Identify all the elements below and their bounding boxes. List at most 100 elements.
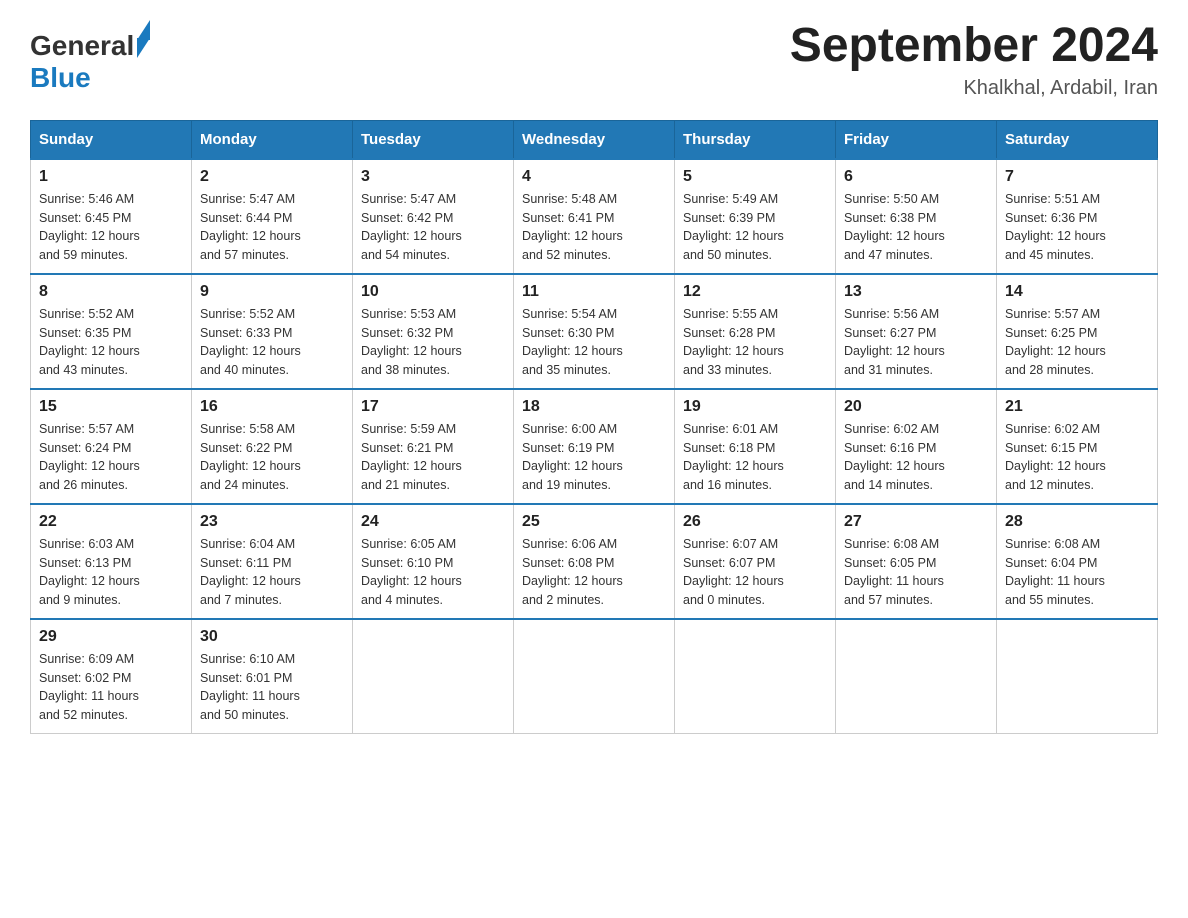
day-number: 8 bbox=[39, 283, 183, 301]
table-row: 16Sunrise: 5:58 AMSunset: 6:22 PMDayligh… bbox=[192, 389, 353, 504]
day-info: Sunrise: 5:56 AMSunset: 6:27 PMDaylight:… bbox=[844, 305, 988, 380]
month-title: September 2024 bbox=[790, 20, 1158, 73]
day-info: Sunrise: 5:47 AMSunset: 6:44 PMDaylight:… bbox=[200, 190, 344, 265]
col-thursday: Thursday bbox=[675, 120, 836, 159]
day-info: Sunrise: 5:57 AMSunset: 6:24 PMDaylight:… bbox=[39, 420, 183, 495]
day-number: 1 bbox=[39, 168, 183, 186]
day-number: 5 bbox=[683, 168, 827, 186]
logo-text-general: General bbox=[30, 30, 134, 62]
table-row: 30 Sunrise: 6:10 AMSunset: 6:01 PMDayligh… bbox=[192, 619, 353, 734]
day-info: Sunrise: 5:53 AMSunset: 6:32 PMDaylight:… bbox=[361, 305, 505, 380]
day-info: Sunrise: 5:52 AMSunset: 6:35 PMDaylight:… bbox=[39, 305, 183, 380]
day-number: 10 bbox=[361, 283, 505, 301]
logo: General Blue bbox=[30, 20, 150, 94]
table-row: 13Sunrise: 5:56 AMSunset: 6:27 PMDayligh… bbox=[836, 274, 997, 389]
day-info: Sunrise: 6:03 AMSunset: 6:13 PMDaylight:… bbox=[39, 535, 183, 610]
table-row: 26 Sunrise: 6:07 AMSunset: 6:07 PMDayligh… bbox=[675, 504, 836, 619]
table-row: 7 Sunrise: 5:51 AMSunset: 6:36 PMDaylight… bbox=[997, 159, 1158, 274]
table-row: 17 Sunrise: 5:59 AMSunset: 6:21 PMDayligh… bbox=[353, 389, 514, 504]
table-row: 23 Sunrise: 6:04 AMSunset: 6:11 PMDayligh… bbox=[192, 504, 353, 619]
calendar-week-3: 15 Sunrise: 5:57 AMSunset: 6:24 PMDayligh… bbox=[31, 389, 1158, 504]
day-number: 2 bbox=[200, 168, 344, 186]
day-info: Sunrise: 6:07 AMSunset: 6:07 PMDaylight:… bbox=[683, 535, 827, 610]
day-number: 16 bbox=[200, 398, 344, 416]
table-row bbox=[514, 619, 675, 734]
day-info: Sunrise: 5:47 AMSunset: 6:42 PMDaylight:… bbox=[361, 190, 505, 265]
calendar-week-4: 22 Sunrise: 6:03 AMSunset: 6:13 PMDayligh… bbox=[31, 504, 1158, 619]
col-friday: Friday bbox=[836, 120, 997, 159]
table-row bbox=[836, 619, 997, 734]
day-number: 24 bbox=[361, 513, 505, 531]
day-info: Sunrise: 6:08 AMSunset: 6:04 PMDaylight:… bbox=[1005, 535, 1149, 610]
day-info: Sunrise: 6:00 AMSunset: 6:19 PMDaylight:… bbox=[522, 420, 666, 495]
day-info: Sunrise: 5:46 AMSunset: 6:45 PMDaylight:… bbox=[39, 190, 183, 265]
table-row bbox=[675, 619, 836, 734]
day-info: Sunrise: 6:04 AMSunset: 6:11 PMDaylight:… bbox=[200, 535, 344, 610]
day-info: Sunrise: 6:10 AMSunset: 6:01 PMDaylight:… bbox=[200, 650, 344, 725]
day-number: 25 bbox=[522, 513, 666, 531]
title-section: September 2024 Khalkhal, Ardabil, Iran bbox=[790, 20, 1158, 100]
table-row: 22 Sunrise: 6:03 AMSunset: 6:13 PMDayligh… bbox=[31, 504, 192, 619]
table-row bbox=[997, 619, 1158, 734]
logo-text-blue: Blue bbox=[30, 62, 91, 93]
day-info: Sunrise: 5:48 AMSunset: 6:41 PMDaylight:… bbox=[522, 190, 666, 265]
day-info: Sunrise: 5:54 AMSunset: 6:30 PMDaylight:… bbox=[522, 305, 666, 380]
table-row: 1 Sunrise: 5:46 AMSunset: 6:45 PMDaylight… bbox=[31, 159, 192, 274]
col-saturday: Saturday bbox=[997, 120, 1158, 159]
table-row: 20 Sunrise: 6:02 AMSunset: 6:16 PMDayligh… bbox=[836, 389, 997, 504]
col-sunday: Sunday bbox=[31, 120, 192, 159]
table-row: 19 Sunrise: 6:01 AMSunset: 6:18 PMDayligh… bbox=[675, 389, 836, 504]
table-row: 29Sunrise: 6:09 AMSunset: 6:02 PMDayligh… bbox=[31, 619, 192, 734]
day-number: 9 bbox=[200, 283, 344, 301]
day-info: Sunrise: 6:06 AMSunset: 6:08 PMDaylight:… bbox=[522, 535, 666, 610]
table-row: 5Sunrise: 5:49 AMSunset: 6:39 PMDaylight… bbox=[675, 159, 836, 274]
table-row: 21 Sunrise: 6:02 AMSunset: 6:15 PMDayligh… bbox=[997, 389, 1158, 504]
table-row: 9 Sunrise: 5:52 AMSunset: 6:33 PMDaylight… bbox=[192, 274, 353, 389]
calendar-week-5: 29Sunrise: 6:09 AMSunset: 6:02 PMDayligh… bbox=[31, 619, 1158, 734]
col-monday: Monday bbox=[192, 120, 353, 159]
day-info: Sunrise: 5:50 AMSunset: 6:38 PMDaylight:… bbox=[844, 190, 988, 265]
day-number: 22 bbox=[39, 513, 183, 531]
col-wednesday: Wednesday bbox=[514, 120, 675, 159]
table-row: 18 Sunrise: 6:00 AMSunset: 6:19 PMDayligh… bbox=[514, 389, 675, 504]
table-row: 3 Sunrise: 5:47 AMSunset: 6:42 PMDaylight… bbox=[353, 159, 514, 274]
day-number: 4 bbox=[522, 168, 666, 186]
table-row: 2 Sunrise: 5:47 AMSunset: 6:44 PMDaylight… bbox=[192, 159, 353, 274]
day-number: 29 bbox=[39, 628, 183, 646]
col-tuesday: Tuesday bbox=[353, 120, 514, 159]
day-info: Sunrise: 6:02 AMSunset: 6:16 PMDaylight:… bbox=[844, 420, 988, 495]
day-number: 19 bbox=[683, 398, 827, 416]
day-number: 3 bbox=[361, 168, 505, 186]
table-row: 6 Sunrise: 5:50 AMSunset: 6:38 PMDaylight… bbox=[836, 159, 997, 274]
day-info: Sunrise: 5:52 AMSunset: 6:33 PMDaylight:… bbox=[200, 305, 344, 380]
table-row: 4 Sunrise: 5:48 AMSunset: 6:41 PMDaylight… bbox=[514, 159, 675, 274]
day-number: 18 bbox=[522, 398, 666, 416]
day-number: 30 bbox=[200, 628, 344, 646]
header-row: Sunday Monday Tuesday Wednesday Thursday… bbox=[31, 120, 1158, 159]
day-number: 15 bbox=[39, 398, 183, 416]
day-info: Sunrise: 6:05 AMSunset: 6:10 PMDaylight:… bbox=[361, 535, 505, 610]
day-number: 7 bbox=[1005, 168, 1149, 186]
day-number: 21 bbox=[1005, 398, 1149, 416]
day-number: 11 bbox=[522, 283, 666, 301]
day-number: 6 bbox=[844, 168, 988, 186]
day-number: 26 bbox=[683, 513, 827, 531]
day-info: Sunrise: 5:55 AMSunset: 6:28 PMDaylight:… bbox=[683, 305, 827, 380]
day-number: 14 bbox=[1005, 283, 1149, 301]
table-row: 11 Sunrise: 5:54 AMSunset: 6:30 PMDayligh… bbox=[514, 274, 675, 389]
page-header: General Blue September 2024 Khalkhal, Ar… bbox=[30, 20, 1158, 100]
day-number: 23 bbox=[200, 513, 344, 531]
table-row: 15 Sunrise: 5:57 AMSunset: 6:24 PMDayligh… bbox=[31, 389, 192, 504]
day-info: Sunrise: 5:57 AMSunset: 6:25 PMDaylight:… bbox=[1005, 305, 1149, 380]
day-number: 17 bbox=[361, 398, 505, 416]
day-info: Sunrise: 6:01 AMSunset: 6:18 PMDaylight:… bbox=[683, 420, 827, 495]
day-info: Sunrise: 6:02 AMSunset: 6:15 PMDaylight:… bbox=[1005, 420, 1149, 495]
table-row: 27Sunrise: 6:08 AMSunset: 6:05 PMDayligh… bbox=[836, 504, 997, 619]
day-info: Sunrise: 5:51 AMSunset: 6:36 PMDaylight:… bbox=[1005, 190, 1149, 265]
table-row: 25 Sunrise: 6:06 AMSunset: 6:08 PMDayligh… bbox=[514, 504, 675, 619]
day-number: 12 bbox=[683, 283, 827, 301]
table-row: 28Sunrise: 6:08 AMSunset: 6:04 PMDayligh… bbox=[997, 504, 1158, 619]
day-number: 20 bbox=[844, 398, 988, 416]
day-info: Sunrise: 6:08 AMSunset: 6:05 PMDaylight:… bbox=[844, 535, 988, 610]
day-info: Sunrise: 5:59 AMSunset: 6:21 PMDaylight:… bbox=[361, 420, 505, 495]
